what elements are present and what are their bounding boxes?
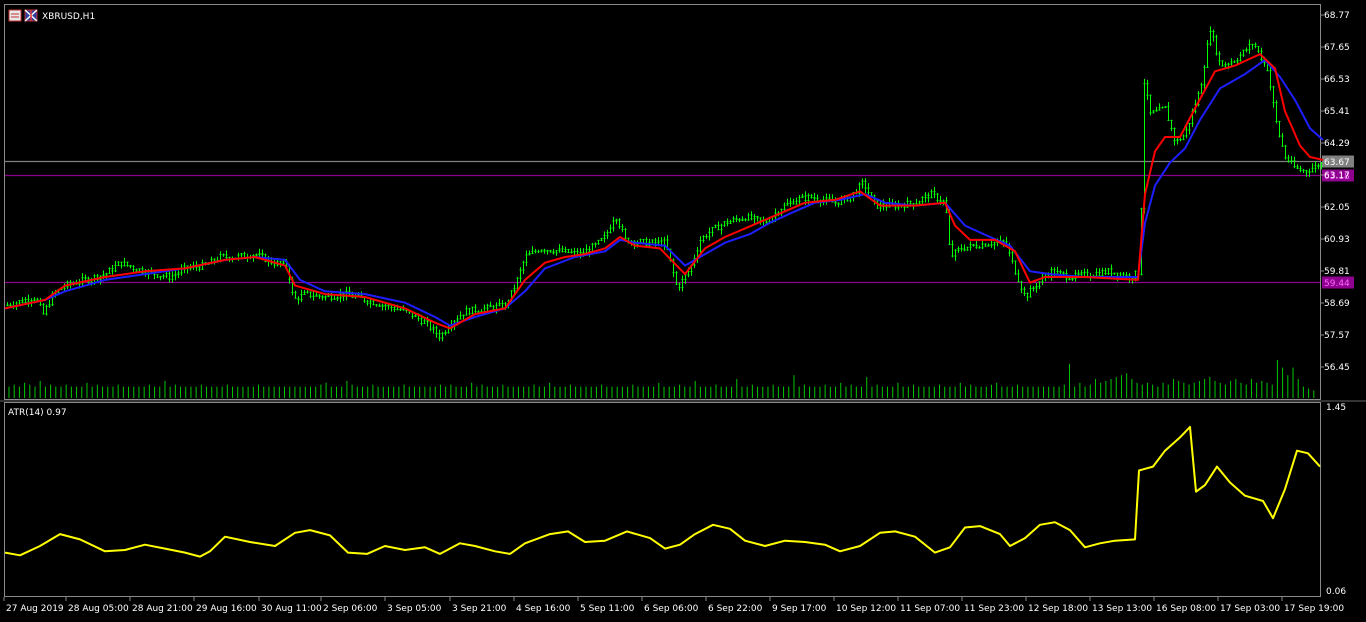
price-tick-label: 56.45 <box>1324 363 1350 373</box>
time-tick-label: 11 Sep 07:00 <box>900 604 960 614</box>
time-tick-label: 3 Sep 21:00 <box>452 604 507 614</box>
time-tick-label: 30 Aug 11:00 <box>261 604 322 614</box>
time-tick-label: 28 Aug 21:00 <box>132 604 193 614</box>
time-tick-label: 12 Sep 18:00 <box>1028 604 1088 614</box>
atr-tick-label: 1.45 <box>1326 403 1346 413</box>
price-tick-label: 60.93 <box>1324 235 1350 245</box>
price-tick-label: 57.57 <box>1324 331 1350 341</box>
symbol-icon <box>8 9 22 22</box>
price-tick-label: 68.77 <box>1324 11 1350 21</box>
chart-window: 63.6763.1859.44 68.7767.6566.5365.4164.2… <box>0 0 1366 622</box>
symbol-title: XBRUSD,H1 <box>42 12 95 22</box>
time-tick-label: 5 Sep 11:00 <box>580 604 635 614</box>
price-tick-label: 65.41 <box>1324 107 1350 117</box>
price-tick-label: 63.17 <box>1324 171 1350 181</box>
price-tick-label: 67.65 <box>1324 43 1350 53</box>
flag-icon <box>24 9 38 22</box>
price-tick-label: 62.05 <box>1324 203 1350 213</box>
time-tick-label: 4 Sep 16:00 <box>516 604 571 614</box>
price-tick-label: 58.69 <box>1324 299 1350 309</box>
level-tag-label: 63.67 <box>1324 158 1350 168</box>
time-tick-label: 29 Aug 16:00 <box>196 604 257 614</box>
time-tick-label: 10 Sep 12:00 <box>836 604 896 614</box>
time-tick-label: 11 Sep 23:00 <box>964 604 1024 614</box>
time-tick-label: 28 Aug 05:00 <box>68 604 129 614</box>
time-tick-label: 9 Sep 17:00 <box>772 604 827 614</box>
time-tick-label: 17 Sep 03:00 <box>1220 604 1280 614</box>
level-tag-label: 59.44 <box>1324 279 1350 289</box>
atr-tick-label: 0.06 <box>1326 587 1346 597</box>
price-tick-label: 66.53 <box>1324 75 1350 85</box>
time-tick-label: 2 Sep 06:00 <box>323 604 378 614</box>
atr-title: ATR(14) 0.97 <box>8 408 67 418</box>
time-tick-label: 6 Sep 22:00 <box>708 604 763 614</box>
time-tick-label: 6 Sep 06:00 <box>644 604 699 614</box>
price-tick-label: 59.81 <box>1324 267 1350 277</box>
price-tick-label: 64.29 <box>1324 139 1350 149</box>
time-tick-label: 13 Sep 13:00 <box>1092 604 1152 614</box>
time-tick-label: 17 Sep 19:00 <box>1284 604 1344 614</box>
time-tick-label: 16 Sep 08:00 <box>1156 604 1216 614</box>
time-tick-label: 3 Sep 05:00 <box>387 604 442 614</box>
time-tick-label: 27 Aug 2019 <box>6 604 64 614</box>
